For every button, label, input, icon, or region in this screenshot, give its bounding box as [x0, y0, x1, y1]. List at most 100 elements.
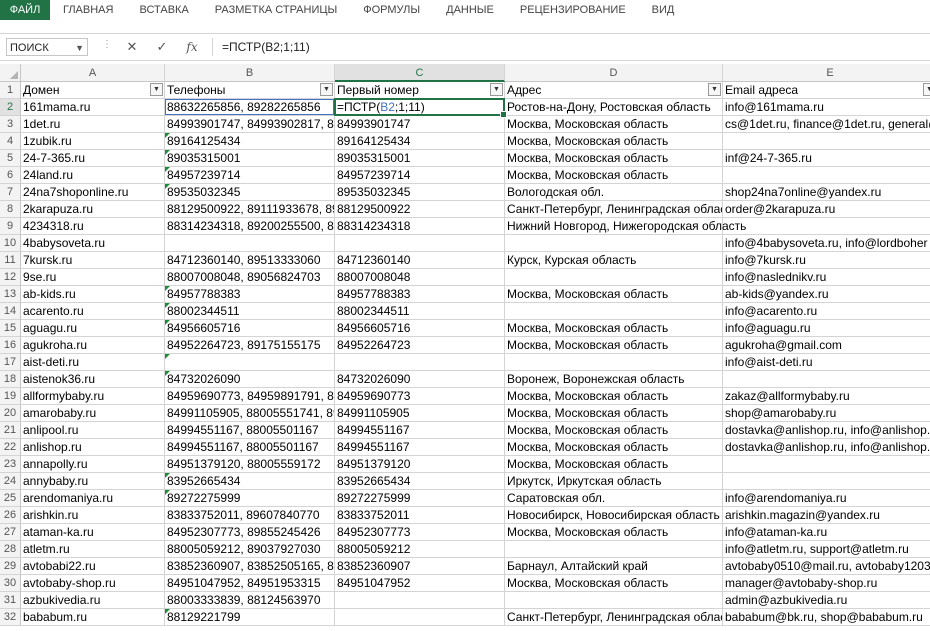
row-header[interactable]: 22 — [0, 439, 21, 456]
tab-review[interactable]: РЕЦЕНЗИРОВАНИЕ — [507, 0, 639, 20]
column-header-b[interactable]: B — [165, 64, 335, 82]
cell-d[interactable]: Москва, Московская область — [505, 320, 723, 337]
row-header[interactable]: 16 — [0, 337, 21, 354]
header-cell[interactable]: Первый номер ▼ — [335, 82, 505, 99]
cell-d[interactable]: Москва, Московская область — [505, 133, 723, 150]
cell-c[interactable]: 84993901747 — [335, 116, 505, 133]
cell-a[interactable]: arendomaniya.ru — [21, 490, 165, 507]
cell-e[interactable]: inf@24-7-365.ru — [723, 150, 930, 167]
header-cell[interactable]: Телефоны ▼ — [165, 82, 335, 99]
filter-dropdown-icon[interactable]: ▼ — [320, 83, 333, 96]
cell-b[interactable] — [165, 354, 335, 371]
cancel-icon[interactable]: ✕ — [122, 38, 142, 56]
cell-c[interactable]: 88314234318 — [335, 218, 505, 235]
cell-c[interactable] — [335, 354, 505, 371]
row-header[interactable]: 27 — [0, 524, 21, 541]
cell-e[interactable]: info@arendomaniya.ru — [723, 490, 930, 507]
row-header[interactable]: 4 — [0, 133, 21, 150]
cell-a[interactable]: aguagu.ru — [21, 320, 165, 337]
cell-e[interactable]: info@7kursk.ru — [723, 252, 930, 269]
cell-b[interactable]: 84712360140, 89513333060 — [165, 252, 335, 269]
cell-e[interactable]: info@aist-deti.ru — [723, 354, 930, 371]
cell-b[interactable]: 84952307773, 89855245426 — [165, 524, 335, 541]
cell-e[interactable]: info@4babysoveta.ru, info@lordboher — [723, 235, 930, 252]
filter-dropdown-icon[interactable]: ▼ — [150, 83, 163, 96]
cell-c[interactable]: 88005059212 — [335, 541, 505, 558]
cell-a[interactable]: 1det.ru — [21, 116, 165, 133]
cell-e[interactable]: info@161mama.ru — [723, 99, 930, 116]
cell-e[interactable] — [723, 473, 930, 490]
cell-e[interactable]: manager@avtobaby-shop.ru — [723, 575, 930, 592]
cell-b[interactable]: 84959690773, 84959891791, 8800 — [165, 388, 335, 405]
cell-b[interactable]: 88129500922, 89111933678, 8921 — [165, 201, 335, 218]
enter-icon[interactable]: ✓ — [152, 38, 172, 56]
tab-home[interactable]: ГЛАВНАЯ — [50, 0, 126, 20]
cell-a[interactable]: atletm.ru — [21, 541, 165, 558]
cell-e[interactable]: dostavka@anlishop.ru, info@anlishop. — [723, 439, 930, 456]
cell-d[interactable] — [505, 592, 723, 609]
tab-insert[interactable]: ВСТАВКА — [126, 0, 201, 20]
cell-d[interactable]: Москва, Московская область — [505, 422, 723, 439]
cell-c[interactable]: 84732026090 — [335, 371, 505, 388]
cell-b[interactable]: 84993901747, 84993902817, 8977 — [165, 116, 335, 133]
cell-e[interactable] — [723, 218, 930, 235]
fx-icon[interactable]: fx — [182, 38, 202, 56]
cell-b[interactable]: 84957788383 — [165, 286, 335, 303]
cell-e[interactable]: shop24na7online@yandex.ru — [723, 184, 930, 201]
row-header[interactable]: 6 — [0, 167, 21, 184]
row-header[interactable]: 26 — [0, 507, 21, 524]
cell-e[interactable]: bababum@bk.ru, shop@bababum.ru — [723, 609, 930, 626]
cell-a[interactable]: 1zubik.ru — [21, 133, 165, 150]
cell-a[interactable]: anlishop.ru — [21, 439, 165, 456]
name-box[interactable]: ПОИСК ▼ — [6, 38, 88, 56]
cell-e[interactable] — [723, 133, 930, 150]
filter-dropdown-icon[interactable]: ▼ — [490, 83, 503, 96]
cell-a[interactable]: 4babysoveta.ru — [21, 235, 165, 252]
cell-a[interactable]: bababum.ru — [21, 609, 165, 626]
active-cell-editor[interactable]: =ПСТР(B2;1;11) — [335, 99, 505, 116]
cell-c[interactable]: 83952665434 — [335, 473, 505, 490]
cell-a[interactable]: avtobabi22.ru — [21, 558, 165, 575]
chevron-down-icon[interactable]: ▼ — [75, 39, 84, 57]
cell-c[interactable]: 84952264723 — [335, 337, 505, 354]
cell-d[interactable] — [505, 235, 723, 252]
cell-e[interactable] — [723, 456, 930, 473]
cell-a[interactable]: avtobaby-shop.ru — [21, 575, 165, 592]
cell-a[interactable]: 2karapuza.ru — [21, 201, 165, 218]
cell-c[interactable]: 84959690773 — [335, 388, 505, 405]
row-header[interactable]: 8 — [0, 201, 21, 218]
cell-e[interactable]: info@ataman-ka.ru — [723, 524, 930, 541]
row-header[interactable]: 30 — [0, 575, 21, 592]
row-header[interactable]: 7 — [0, 184, 21, 201]
cell-b[interactable]: 89164125434 — [165, 133, 335, 150]
cell-d[interactable]: Москва, Московская область — [505, 167, 723, 184]
row-header[interactable]: 21 — [0, 422, 21, 439]
cell-c[interactable]: 84957788383 — [335, 286, 505, 303]
cell-a[interactable]: anlipool.ru — [21, 422, 165, 439]
cell-c[interactable]: 84712360140 — [335, 252, 505, 269]
cell-e[interactable]: info@aguagu.ru — [723, 320, 930, 337]
cell-e[interactable]: cs@1det.ru, finance@1det.ru, general@ — [723, 116, 930, 133]
row-header[interactable]: 2 — [0, 99, 21, 116]
row-header[interactable]: 1 — [0, 82, 21, 99]
cell-b[interactable]: 83833752011, 89607840770 — [165, 507, 335, 524]
cell-e[interactable]: info@naslednikv.ru — [723, 269, 930, 286]
cell-d[interactable] — [505, 303, 723, 320]
column-header-c[interactable]: C — [335, 64, 505, 82]
cell-d[interactable]: Ростов-на-Дону, Ростовская область — [505, 99, 723, 116]
cell-d[interactable]: Москва, Московская область — [505, 337, 723, 354]
row-header[interactable]: 25 — [0, 490, 21, 507]
cell-e[interactable]: avtobaby0510@mail.ru, avtobaby1203( — [723, 558, 930, 575]
cell-a[interactable]: 24-7-365.ru — [21, 150, 165, 167]
cell-d[interactable]: Иркутск, Иркутская область — [505, 473, 723, 490]
cell-d[interactable]: Курск, Курская область — [505, 252, 723, 269]
header-cell[interactable]: Адрес ▼ — [505, 82, 723, 99]
cell-a[interactable]: amarobaby.ru — [21, 405, 165, 422]
row-header[interactable]: 18 — [0, 371, 21, 388]
cell-d[interactable]: Воронеж, Воронежская область — [505, 371, 723, 388]
cell-a[interactable]: 24land.ru — [21, 167, 165, 184]
cell-b[interactable]: 84951047952, 84951953315 — [165, 575, 335, 592]
cell-a[interactable]: 161mama.ru — [21, 99, 165, 116]
row-header[interactable]: 3 — [0, 116, 21, 133]
cell-d[interactable]: Санкт-Петербург, Ленинградская облас — [505, 609, 723, 626]
